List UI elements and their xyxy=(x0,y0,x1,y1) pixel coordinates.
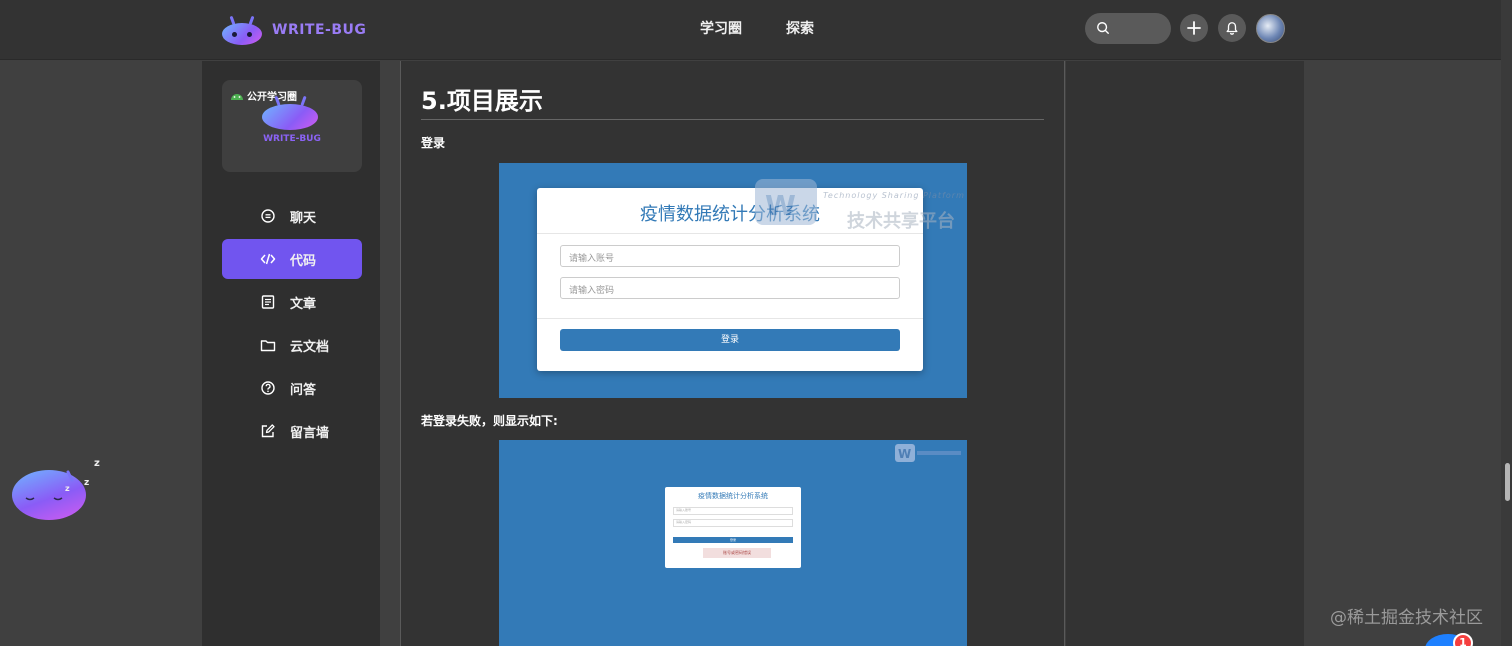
divider xyxy=(537,318,923,319)
login-title: 疫情数据统计分析系统 xyxy=(698,492,768,500)
top-bar: WRITE-BUG 学习圈 探索 xyxy=(0,0,1512,60)
page-scrollbar[interactable] xyxy=(1501,0,1512,646)
fail-caption: 若登录失败，则显示如下: xyxy=(421,414,558,428)
notification-badge: 1 xyxy=(1453,633,1473,646)
article-icon xyxy=(261,295,275,309)
folder-icon xyxy=(260,340,276,352)
top-nav: 学习圈 探索 xyxy=(700,18,814,38)
search-icon xyxy=(1097,22,1109,34)
divider xyxy=(537,233,923,234)
scrollbar-thumb[interactable] xyxy=(1505,463,1510,501)
svg-text:W: W xyxy=(898,447,911,461)
site-logo[interactable]: WRITE-BUG xyxy=(220,10,366,50)
mascot-icon xyxy=(220,15,264,45)
mascot-icon xyxy=(262,95,320,130)
chat-icon xyxy=(261,209,275,223)
search-box[interactable] xyxy=(1085,13,1171,44)
sidebar-item-label: 文章 xyxy=(290,296,317,312)
sidebar-item-label: 留言墙 xyxy=(290,425,330,441)
section-title: 5.项目展示 xyxy=(421,87,543,115)
notifications-button[interactable] xyxy=(1218,14,1246,42)
nav-explore[interactable]: 探索 xyxy=(786,18,814,38)
login-button: 登录 xyxy=(673,537,793,543)
password-field: 请输入密码 xyxy=(673,519,793,527)
error-alert: 账号或密码错误 xyxy=(703,548,771,558)
sidebar-item-label: 聊天 xyxy=(290,210,317,226)
article-content: 5.项目展示 登录 疫情数据统计分析系统 请输入账号 请输入密码 登录 W Te… xyxy=(400,61,1065,646)
plus-icon xyxy=(1187,21,1201,35)
sidebar-item-cloud-docs[interactable]: 云文档 xyxy=(222,325,362,365)
account-field: 请输入账号 xyxy=(673,507,793,515)
sleeping-mascot-icon[interactable]: z z z xyxy=(10,458,110,522)
watermark-chinese: 技术共享平台 xyxy=(847,211,955,232)
sidebar-item-article[interactable]: 文章 xyxy=(222,282,362,322)
avatar[interactable] xyxy=(1256,14,1285,43)
watermark-english: Technology Sharing Platform xyxy=(823,191,965,200)
sidebar-item-chat[interactable]: 聊天 xyxy=(222,196,362,236)
password-field: 请输入密码 xyxy=(560,277,900,299)
sidebar-item-label: 云文档 xyxy=(290,339,330,355)
sidebar-item-message-wall[interactable]: 留言墙 xyxy=(222,411,362,451)
sidebar-item-qa[interactable]: 问答 xyxy=(222,368,362,408)
write-bug-logo-icon: W xyxy=(755,179,817,225)
nav-study-circle[interactable]: 学习圈 xyxy=(700,18,742,38)
sidebar-item-code[interactable]: 代码 xyxy=(222,239,362,279)
login-screenshot: 疫情数据统计分析系统 请输入账号 请输入密码 登录 W Technology S… xyxy=(499,163,967,398)
login-card: 疫情数据统计分析系统 请输入账号 请输入密码 登录 账号或密码错误 xyxy=(665,487,801,568)
bell-icon xyxy=(1226,22,1238,35)
watermark-logo: W Technology Sharing Platform 技术共享平台 xyxy=(747,171,967,232)
community-watermark: @稀土掘金技术社区 xyxy=(1330,608,1483,628)
circle-card[interactable]: 公开学习圈 WRITE-BUG xyxy=(222,80,362,172)
login-fail-screenshot: 疫情数据统计分析系统 请输入账号 请输入密码 登录 账号或密码错误 W xyxy=(499,440,967,646)
sidebar-item-label: 问答 xyxy=(290,382,317,398)
divider xyxy=(421,119,1044,120)
edit-icon xyxy=(261,424,275,438)
question-icon xyxy=(261,381,275,395)
write-bug-logo-icon: W xyxy=(895,444,961,462)
sidebar-item-label: 代码 xyxy=(290,253,317,269)
sidebar: 公开学习圈 WRITE-BUG 聊天 代码 文章 云文档 问答 留言墙 xyxy=(202,61,380,646)
account-field: 请输入账号 xyxy=(560,245,900,267)
login-button: 登录 xyxy=(560,329,900,351)
svg-text:W: W xyxy=(765,189,796,222)
right-column xyxy=(1066,61,1304,646)
login-caption: 登录 xyxy=(421,136,446,150)
code-icon xyxy=(260,253,276,265)
card-logo-text: WRITE-BUG xyxy=(263,134,321,144)
android-icon xyxy=(231,93,243,100)
create-button[interactable] xyxy=(1180,14,1208,42)
sidebar-menu: 聊天 代码 文章 云文档 问答 留言墙 xyxy=(222,196,362,454)
logo-text: WRITE-BUG xyxy=(272,22,367,38)
